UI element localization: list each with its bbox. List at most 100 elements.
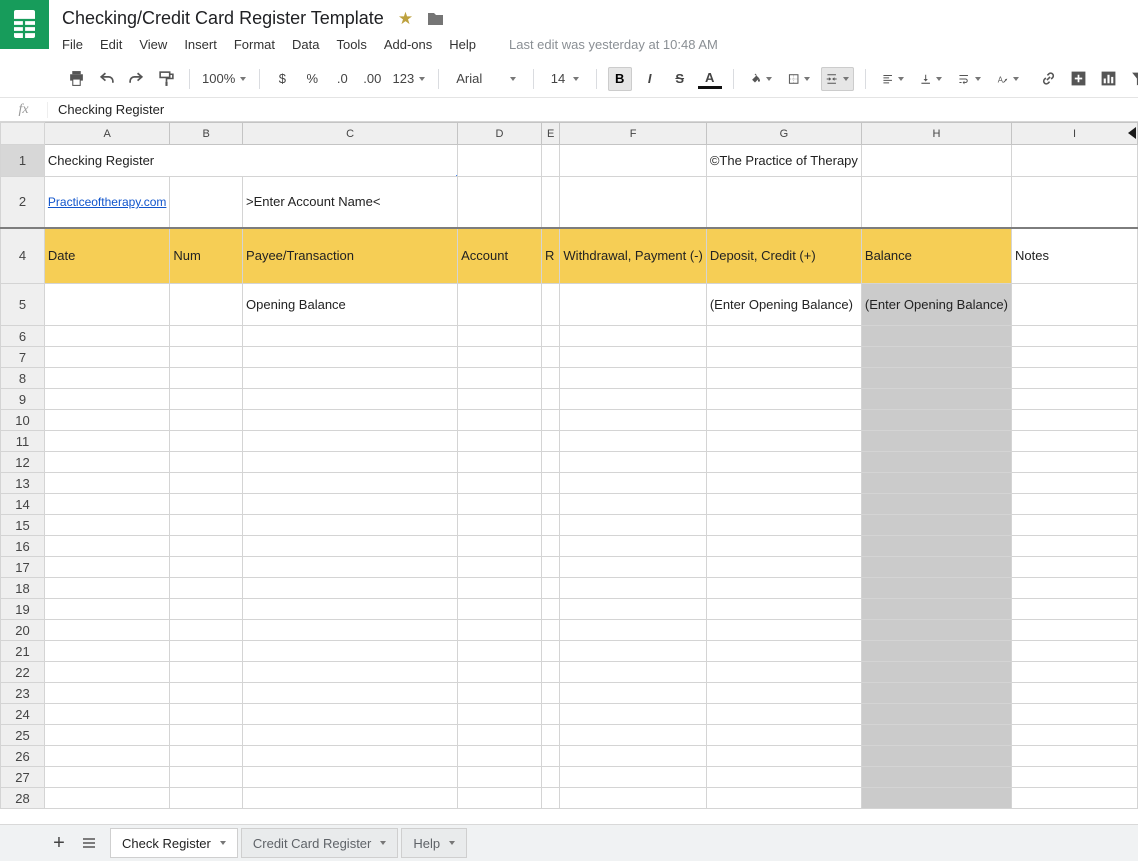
cell-A8[interactable] xyxy=(44,368,170,389)
cell-I6[interactable] xyxy=(1012,326,1138,347)
menu-data[interactable]: Data xyxy=(292,37,319,52)
cell-E28[interactable] xyxy=(541,788,559,809)
cell-H22[interactable] xyxy=(861,662,1011,683)
cell-C27[interactable] xyxy=(243,767,458,788)
cell-B13[interactable] xyxy=(170,473,243,494)
cell-F19[interactable] xyxy=(560,599,706,620)
cell-I24[interactable] xyxy=(1012,704,1138,725)
cell-G2[interactable] xyxy=(706,177,861,228)
cell-G27[interactable] xyxy=(706,767,861,788)
insert-comment-button[interactable] xyxy=(1066,67,1090,91)
print-button[interactable] xyxy=(64,67,88,91)
cell-D20[interactable] xyxy=(458,620,542,641)
cell-H10[interactable] xyxy=(861,410,1011,431)
font-select[interactable]: Arial xyxy=(450,67,522,91)
cell-A6[interactable] xyxy=(44,326,170,347)
cell-A28[interactable] xyxy=(44,788,170,809)
text-rotation-button[interactable]: A xyxy=(992,67,1024,91)
row-header-27[interactable]: 27 xyxy=(1,767,45,788)
cell-A15[interactable] xyxy=(44,515,170,536)
cell-E1[interactable] xyxy=(541,145,559,177)
strikethrough-button[interactable]: S xyxy=(668,67,692,91)
cell-G15[interactable] xyxy=(706,515,861,536)
menu-edit[interactable]: Edit xyxy=(100,37,122,52)
cell-I26[interactable] xyxy=(1012,746,1138,767)
cell-H26[interactable] xyxy=(861,746,1011,767)
cell-B2[interactable] xyxy=(170,177,243,228)
cell-H1[interactable] xyxy=(861,145,1011,177)
cell-G26[interactable] xyxy=(706,746,861,767)
paint-format-button[interactable] xyxy=(154,67,178,91)
cell-D6[interactable] xyxy=(458,326,542,347)
column-header-I[interactable]: I xyxy=(1012,123,1138,145)
column-header-E[interactable]: E xyxy=(541,123,559,145)
cell-I22[interactable] xyxy=(1012,662,1138,683)
cell-D13[interactable] xyxy=(458,473,542,494)
italic-button[interactable]: I xyxy=(638,67,662,91)
cell-I11[interactable] xyxy=(1012,431,1138,452)
cell-I13[interactable] xyxy=(1012,473,1138,494)
cell-A21[interactable] xyxy=(44,641,170,662)
menu-format[interactable]: Format xyxy=(234,37,275,52)
cell-E4[interactable]: R xyxy=(541,228,559,284)
menu-tools[interactable]: Tools xyxy=(336,37,366,52)
cell-H13[interactable] xyxy=(861,473,1011,494)
cell-D18[interactable] xyxy=(458,578,542,599)
cell-A13[interactable] xyxy=(44,473,170,494)
cell-I25[interactable] xyxy=(1012,725,1138,746)
row-header-16[interactable]: 16 xyxy=(1,536,45,557)
cell-C20[interactable] xyxy=(243,620,458,641)
cell-I16[interactable] xyxy=(1012,536,1138,557)
cell-A4[interactable]: Date xyxy=(44,228,170,284)
cell-D16[interactable] xyxy=(458,536,542,557)
cell-F10[interactable] xyxy=(560,410,706,431)
cell-C9[interactable] xyxy=(243,389,458,410)
cell-A9[interactable] xyxy=(44,389,170,410)
cell-B9[interactable] xyxy=(170,389,243,410)
cell-F5[interactable] xyxy=(560,284,706,326)
cell-G20[interactable] xyxy=(706,620,861,641)
cell-H16[interactable] xyxy=(861,536,1011,557)
cell-E6[interactable] xyxy=(541,326,559,347)
cell-G17[interactable] xyxy=(706,557,861,578)
row-header-6[interactable]: 6 xyxy=(1,326,45,347)
selection-fill-handle[interactable] xyxy=(455,174,458,177)
cell-E22[interactable] xyxy=(541,662,559,683)
cell-H23[interactable] xyxy=(861,683,1011,704)
cell-G25[interactable] xyxy=(706,725,861,746)
cell-B18[interactable] xyxy=(170,578,243,599)
cell-E14[interactable] xyxy=(541,494,559,515)
column-header-C[interactable]: C xyxy=(243,123,458,145)
cell-A5[interactable] xyxy=(44,284,170,326)
star-icon[interactable]: ★ xyxy=(398,10,413,27)
cell-F9[interactable] xyxy=(560,389,706,410)
cell-F4[interactable]: Withdrawal, Payment (-) xyxy=(560,228,706,284)
row-header-11[interactable]: 11 xyxy=(1,431,45,452)
row-header-28[interactable]: 28 xyxy=(1,788,45,809)
cell-E25[interactable] xyxy=(541,725,559,746)
cell-D4[interactable]: Account xyxy=(458,228,542,284)
cell-F8[interactable] xyxy=(560,368,706,389)
cell-D7[interactable] xyxy=(458,347,542,368)
cell-D27[interactable] xyxy=(458,767,542,788)
row-header-21[interactable]: 21 xyxy=(1,641,45,662)
cell-C28[interactable] xyxy=(243,788,458,809)
cell-B28[interactable] xyxy=(170,788,243,809)
cell-A27[interactable] xyxy=(44,767,170,788)
cell-I5[interactable] xyxy=(1012,284,1138,326)
cell-C8[interactable] xyxy=(243,368,458,389)
cell-E24[interactable] xyxy=(541,704,559,725)
cell-E2[interactable] xyxy=(541,177,559,228)
cell-H7[interactable] xyxy=(861,347,1011,368)
cell-A12[interactable] xyxy=(44,452,170,473)
cell-G18[interactable] xyxy=(706,578,861,599)
cell-C18[interactable] xyxy=(243,578,458,599)
cell-D26[interactable] xyxy=(458,746,542,767)
cell-E10[interactable] xyxy=(541,410,559,431)
cell-D15[interactable] xyxy=(458,515,542,536)
cell-C19[interactable] xyxy=(243,599,458,620)
cell-H6[interactable] xyxy=(861,326,1011,347)
cell-F27[interactable] xyxy=(560,767,706,788)
row-header-10[interactable]: 10 xyxy=(1,410,45,431)
cell-A25[interactable] xyxy=(44,725,170,746)
